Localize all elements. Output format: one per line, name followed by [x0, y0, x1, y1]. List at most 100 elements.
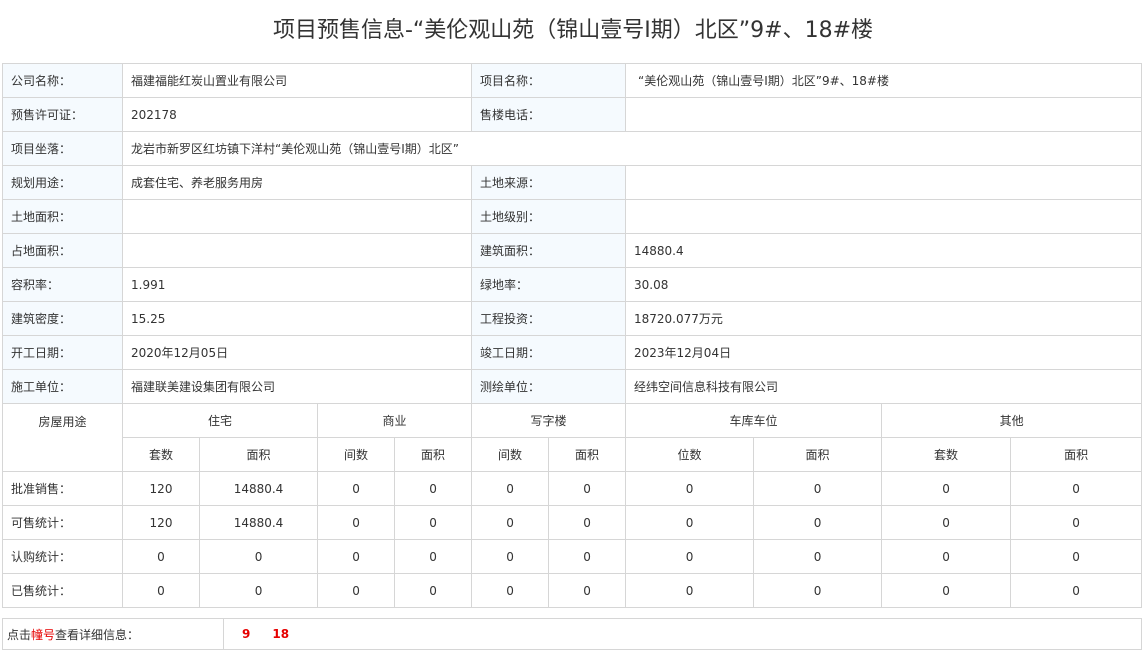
table-cell: 0 — [394, 573, 473, 608]
row-label-subscribed: 认购统计： — [2, 539, 123, 574]
table-cell: 0 — [394, 505, 473, 540]
subheader-cell: 面积 — [394, 437, 473, 472]
sales-stats-table: 房屋用途 住宅 商业 写字楼 车库车位 其他 套数 面积 间数 面积 间数 面积… — [2, 403, 1143, 608]
table-cell: 14880.4 — [198, 505, 319, 540]
land-grade-label: 土地级别： — [471, 199, 626, 234]
table-cell: 0 — [753, 539, 883, 574]
subheader-cell: 套数 — [122, 437, 200, 472]
table-row: 开工日期： 2020年12月05日 竣工日期： 2023年12月04日 — [2, 335, 1142, 370]
subheader-cell: 套数 — [881, 437, 1012, 472]
table-cell: 0 — [317, 539, 396, 574]
table-cell: 0 — [394, 471, 473, 506]
occupied-area-label: 占地面积： — [2, 233, 123, 268]
plot-ratio-value: 1.991 — [122, 267, 472, 302]
table-row: 点击幢号查看详细信息： 9 18 — [2, 618, 1142, 650]
land-source-label: 土地来源： — [471, 165, 626, 200]
subheader-cell: 面积 — [198, 437, 319, 472]
table-row: 可售统计： 120 14880.4 0 0 0 0 0 0 0 0 — [2, 505, 1143, 540]
land-grade-value — [625, 199, 1142, 234]
subheader-cell: 面积 — [753, 437, 883, 472]
table-row: 公司名称： 福建福能红炭山置业有限公司 项目名称： “美伦观山苑（锦山壹号Ⅰ期）… — [2, 63, 1142, 98]
subheader-cell: 面积 — [548, 437, 627, 472]
table-cell: 0 — [1010, 505, 1143, 540]
table-cell: 0 — [625, 573, 755, 608]
investment-label: 工程投资： — [471, 301, 626, 336]
table-cell: 14880.4 — [198, 471, 319, 506]
surveyor-label: 测绘单位： — [471, 369, 626, 404]
row-label-available: 可售统计： — [2, 505, 123, 540]
table-cell: 0 — [471, 539, 550, 574]
table-cell: 0 — [198, 539, 319, 574]
group-header-other: 其他 — [881, 403, 1143, 438]
table-cell: 0 — [317, 471, 396, 506]
table-cell: 0 — [198, 573, 319, 608]
start-date-value: 2020年12月05日 — [122, 335, 472, 370]
building-link-18[interactable]: 18 — [272, 627, 289, 641]
table-cell: 0 — [548, 471, 627, 506]
project-info-table: 公司名称： 福建福能红炭山置业有限公司 项目名称： “美伦观山苑（锦山壹号Ⅰ期）… — [2, 63, 1142, 404]
group-header-parking: 车库车位 — [625, 403, 883, 438]
table-cell: 0 — [317, 573, 396, 608]
table-cell: 0 — [471, 471, 550, 506]
table-cell: 0 — [881, 471, 1012, 506]
project-name-value: “美伦观山苑（锦山壹号Ⅰ期）北区”9#、18#楼 — [625, 63, 1142, 98]
row-label-approved: 批准销售： — [2, 471, 123, 506]
building-link-9[interactable]: 9 — [242, 627, 250, 641]
subheader-cell: 位数 — [625, 437, 755, 472]
company-value: 福建福能红炭山置业有限公司 — [122, 63, 472, 98]
start-date-label: 开工日期： — [2, 335, 123, 370]
building-hint: 点击幢号查看详细信息： — [2, 618, 224, 650]
table-row: 规划用途： 成套住宅、养老服务用房 土地来源： — [2, 165, 1142, 200]
project-name-label: 项目名称： — [471, 63, 626, 98]
table-cell: 0 — [471, 505, 550, 540]
land-area-label: 土地面积： — [2, 199, 123, 234]
table-row: 占地面积： 建筑面积： 14880.4 — [2, 233, 1142, 268]
table-row: 建筑密度： 15.25 工程投资： 18720.077万元 — [2, 301, 1142, 336]
table-cell: 0 — [471, 573, 550, 608]
table-cell: 0 — [881, 573, 1012, 608]
finish-date-label: 竣工日期： — [471, 335, 626, 370]
finish-date-value: 2023年12月04日 — [625, 335, 1142, 370]
sales-phone-label: 售楼电话： — [471, 97, 626, 132]
density-value: 15.25 — [122, 301, 472, 336]
building-links: 9 18 — [223, 618, 1142, 650]
usage-label: 规划用途： — [2, 165, 123, 200]
subheader-cell: 面积 — [1010, 437, 1143, 472]
row-label-sold: 已售统计： — [2, 573, 123, 608]
hint-suffix: 查看详细信息： — [55, 627, 140, 642]
house-use-header: 房屋用途 — [2, 403, 123, 472]
table-cell: 0 — [1010, 539, 1143, 574]
building-links-table: 点击幢号查看详细信息： 9 18 — [2, 618, 1142, 650]
table-cell: 0 — [548, 505, 627, 540]
table-row: 土地面积： 土地级别： — [2, 199, 1142, 234]
hint-highlight: 幢号 — [31, 627, 56, 642]
table-cell: 120 — [122, 471, 200, 506]
table-cell: 0 — [122, 573, 200, 608]
table-cell: 0 — [753, 505, 883, 540]
land-source-value — [625, 165, 1142, 200]
location-value: 龙岩市新罗区红坊镇下洋村“美伦观山苑（锦山壹号Ⅰ期）北区” — [122, 131, 1142, 166]
table-cell: 0 — [625, 471, 755, 506]
investment-value: 18720.077万元 — [625, 301, 1142, 336]
table-cell: 0 — [881, 505, 1012, 540]
group-header-commercial: 商业 — [317, 403, 473, 438]
table-cell: 0 — [317, 505, 396, 540]
page-title: 项目预售信息-“美伦观山苑（锦山壹号Ⅰ期）北区”9#、18#楼 — [272, 18, 874, 43]
table-cell: 0 — [548, 573, 627, 608]
table-cell: 0 — [394, 539, 473, 574]
table-cell: 0 — [625, 505, 755, 540]
table-row: 认购统计： 0 0 0 0 0 0 0 0 0 0 — [2, 539, 1143, 574]
location-label: 项目坐落： — [2, 131, 123, 166]
table-cell: 120 — [122, 505, 200, 540]
table-cell: 0 — [1010, 471, 1143, 506]
table-row: 容积率： 1.991 绿地率： 30.08 — [2, 267, 1142, 302]
build-area-value: 14880.4 — [625, 233, 1142, 268]
table-header-row: 房屋用途 住宅 商业 写字楼 车库车位 其他 — [2, 403, 1143, 472]
hint-prefix: 点击 — [7, 627, 32, 642]
usage-value: 成套住宅、养老服务用房 — [122, 165, 472, 200]
table-row: 施工单位： 福建联美建设集团有限公司 测绘单位： 经纬空间信息科技有限公司 — [2, 369, 1142, 404]
permit-value: 202178 — [122, 97, 472, 132]
table-row: 已售统计： 0 0 0 0 0 0 0 0 0 0 — [2, 573, 1143, 608]
table-row: 预售许可证： 202178 售楼电话： — [2, 97, 1142, 132]
green-ratio-value: 30.08 — [625, 267, 1142, 302]
